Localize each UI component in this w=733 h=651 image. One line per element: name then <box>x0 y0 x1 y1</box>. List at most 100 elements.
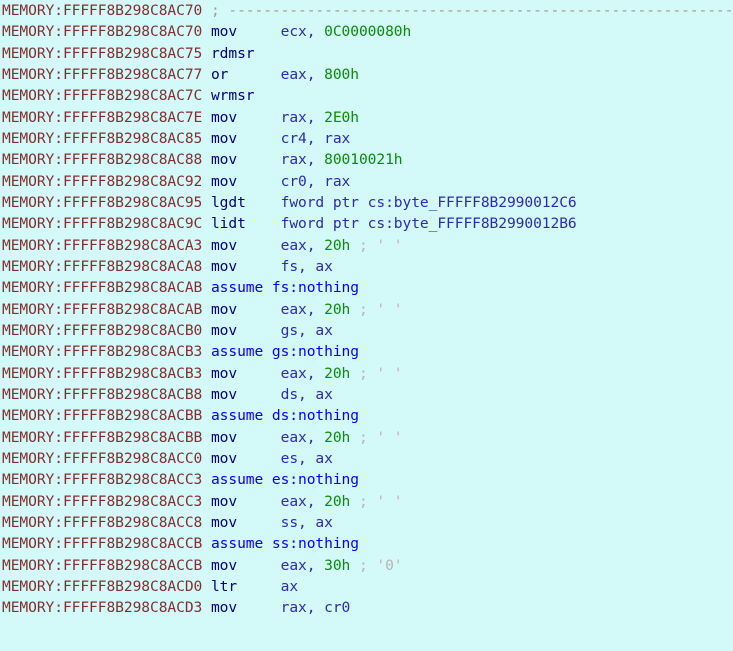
assume-directive: assume ss:nothing <box>210 535 359 553</box>
line-address: MEMORY:FFFFF8B298C8AC7E <box>2 108 211 126</box>
operand-register: cr4, rax <box>280 129 351 147</box>
operand-register: eax, <box>280 556 325 574</box>
disasm-line[interactable]: MEMORY:FFFFF8B298C8AC70 ; --------------… <box>0 0 733 21</box>
instruction-mnemonic: lgdt <box>210 193 281 211</box>
line-address: MEMORY:FFFFF8B298C8AC77 <box>2 65 211 83</box>
instruction-mnemonic: wrmsr <box>210 87 255 105</box>
disasm-line[interactable]: MEMORY:FFFFF8B298C8ACA3 mov eax, 20h ; '… <box>0 235 733 256</box>
disasm-line[interactable]: MEMORY:FFFFF8B298C8ACC3 assume es:nothin… <box>0 469 733 490</box>
assume-directive: assume gs:nothing <box>210 343 359 361</box>
inline-comment: ; ' ' <box>350 492 403 510</box>
line-address: MEMORY:FFFFF8B298C8AC85 <box>2 129 211 147</box>
operand-register: ss, ax <box>280 513 333 531</box>
line-address: MEMORY:FFFFF8B298C8ACBB <box>2 428 211 446</box>
line-address: MEMORY:FFFFF8B298C8ACB8 <box>2 385 211 403</box>
operand-register: eax, <box>280 300 325 318</box>
disasm-line[interactable]: MEMORY:FFFFF8B298C8ACAB assume fs:nothin… <box>0 277 733 298</box>
line-address: MEMORY:FFFFF8B298C8ACB0 <box>2 321 211 339</box>
instruction-mnemonic: mov <box>210 321 281 339</box>
disasm-line[interactable]: MEMORY:FFFFF8B298C8ACB3 mov eax, 20h ; '… <box>0 363 733 384</box>
operand-immediate: 20h <box>324 236 351 254</box>
disasm-line[interactable]: MEMORY:FFFFF8B298C8AC7C wrmsr <box>0 85 733 106</box>
operand-register: es, ax <box>280 449 333 467</box>
instruction-mnemonic: mov <box>210 257 281 275</box>
line-address: MEMORY:FFFFF8B298C8ACA3 <box>2 236 211 254</box>
line-address: MEMORY:FFFFF8B298C8AC75 <box>2 44 211 62</box>
operand-immediate: 2E0h <box>324 108 359 126</box>
operand-register: eax, <box>280 236 325 254</box>
disasm-line[interactable]: MEMORY:FFFFF8B298C8ACCB assume ss:nothin… <box>0 533 733 554</box>
operand-register: gs, ax <box>280 321 333 339</box>
disasm-line[interactable]: MEMORY:FFFFF8B298C8AC9C lidt fword ptr c… <box>0 213 733 234</box>
disasm-line[interactable]: MEMORY:FFFFF8B298C8ACD3 mov rax, cr0 <box>0 597 733 618</box>
disasm-line[interactable]: MEMORY:FFFFF8B298C8ACD0 ltr ax <box>0 576 733 597</box>
line-address: MEMORY:FFFFF8B298C8ACB3 <box>2 343 211 361</box>
instruction-mnemonic: lidt <box>210 215 281 233</box>
disasm-line[interactable]: MEMORY:FFFFF8B298C8AC77 or eax, 800h <box>0 64 733 85</box>
operand-immediate: 30h <box>324 556 351 574</box>
line-address: MEMORY:FFFFF8B298C8AC70 <box>2 23 211 41</box>
inline-comment: ; ' ' <box>350 364 403 382</box>
operand-register: eax, <box>280 65 325 83</box>
operand-register: fs, ax <box>280 257 333 275</box>
instruction-mnemonic: mov <box>210 151 281 169</box>
instruction-mnemonic: ltr <box>210 577 281 595</box>
assume-directive: assume ds:nothing <box>210 407 359 425</box>
line-address: MEMORY:FFFFF8B298C8ACC0 <box>2 449 211 467</box>
line-address: MEMORY:FFFFF8B298C8ACC3 <box>2 492 211 510</box>
disasm-line[interactable]: MEMORY:FFFFF8B298C8AC7E mov rax, 2E0h <box>0 107 733 128</box>
disasm-line[interactable]: MEMORY:FFFFF8B298C8AC88 mov rax, 8001002… <box>0 149 733 170</box>
operand-register: ds, ax <box>280 385 333 403</box>
instruction-mnemonic: mov <box>210 556 281 574</box>
disassembly-view[interactable]: MEMORY:FFFFF8B298C8AC70 ; --------------… <box>0 0 733 651</box>
instruction-mnemonic: mov <box>210 385 281 403</box>
inline-comment: ; '0' <box>350 556 403 574</box>
line-address: MEMORY:FFFFF8B298C8ACCB <box>2 535 211 553</box>
operand-immediate: 20h <box>324 364 351 382</box>
operand-register: eax, <box>280 492 325 510</box>
disasm-line[interactable]: MEMORY:FFFFF8B298C8ACAB mov eax, 20h ; '… <box>0 299 733 320</box>
disasm-line[interactable]: MEMORY:FFFFF8B298C8ACBB mov eax, 20h ; '… <box>0 427 733 448</box>
line-address: MEMORY:FFFFF8B298C8ACC3 <box>2 471 211 489</box>
line-address: MEMORY:FFFFF8B298C8AC7C <box>2 87 211 105</box>
disasm-line[interactable]: MEMORY:FFFFF8B298C8AC75 rdmsr <box>0 43 733 64</box>
disasm-line[interactable]: MEMORY:FFFFF8B298C8AC92 mov cr0, rax <box>0 171 733 192</box>
operand-register: ax <box>280 577 299 595</box>
line-address: MEMORY:FFFFF8B298C8ACBB <box>2 407 211 425</box>
disasm-line[interactable]: MEMORY:FFFFF8B298C8ACC0 mov es, ax <box>0 448 733 469</box>
disasm-line[interactable]: MEMORY:FFFFF8B298C8AC85 mov cr4, rax <box>0 128 733 149</box>
operand-register: fword ptr cs:byte_FFFFF8B2990012B6 <box>280 215 577 233</box>
operand-register: fword ptr cs:byte_FFFFF8B2990012C6 <box>280 193 577 211</box>
instruction-mnemonic: mov <box>210 300 281 318</box>
disasm-line[interactable]: MEMORY:FFFFF8B298C8ACB3 assume gs:nothin… <box>0 341 733 362</box>
line-address: MEMORY:FFFFF8B298C8ACAB <box>2 300 211 318</box>
line-address: MEMORY:FFFFF8B298C8ACCB <box>2 556 211 574</box>
disasm-line[interactable]: MEMORY:FFFFF8B298C8AC70 mov ecx, 0C00000… <box>0 21 733 42</box>
operand-register: eax, <box>280 364 325 382</box>
operand-register: rax, <box>280 108 325 126</box>
instruction-mnemonic: mov <box>210 172 281 190</box>
operand-immediate: 800h <box>324 65 359 83</box>
disasm-line[interactable]: MEMORY:FFFFF8B298C8AC95 lgdt fword ptr c… <box>0 192 733 213</box>
instruction-mnemonic: mov <box>210 492 281 510</box>
disasm-line[interactable]: MEMORY:FFFFF8B298C8ACA8 mov fs, ax <box>0 256 733 277</box>
assume-directive: assume fs:nothing <box>210 279 359 297</box>
operand-register: ecx, <box>280 23 325 41</box>
disasm-line[interactable]: MEMORY:FFFFF8B298C8ACB0 mov gs, ax <box>0 320 733 341</box>
disasm-line[interactable]: MEMORY:FFFFF8B298C8ACB8 mov ds, ax <box>0 384 733 405</box>
instruction-mnemonic: mov <box>210 428 281 446</box>
disasm-line[interactable]: MEMORY:FFFFF8B298C8ACBB assume ds:nothin… <box>0 405 733 426</box>
disasm-line[interactable]: MEMORY:FFFFF8B298C8ACCB mov eax, 30h ; '… <box>0 555 733 576</box>
line-address: MEMORY:FFFFF8B298C8ACC8 <box>2 513 211 531</box>
instruction-mnemonic: mov <box>210 513 281 531</box>
line-address: MEMORY:FFFFF8B298C8AC70 <box>2 2 211 19</box>
line-address: MEMORY:FFFFF8B298C8ACB3 <box>2 364 211 382</box>
instruction-mnemonic: rdmsr <box>210 44 255 62</box>
operand-immediate: 20h <box>324 492 351 510</box>
instruction-mnemonic: mov <box>210 236 281 254</box>
operand-register: cr0, rax <box>280 172 351 190</box>
disasm-line[interactable]: MEMORY:FFFFF8B298C8ACC3 mov eax, 20h ; '… <box>0 491 733 512</box>
line-address: MEMORY:FFFFF8B298C8AC88 <box>2 151 211 169</box>
separator-comment: ; --------------------------------------… <box>210 2 733 19</box>
disasm-line[interactable]: MEMORY:FFFFF8B298C8ACC8 mov ss, ax <box>0 512 733 533</box>
